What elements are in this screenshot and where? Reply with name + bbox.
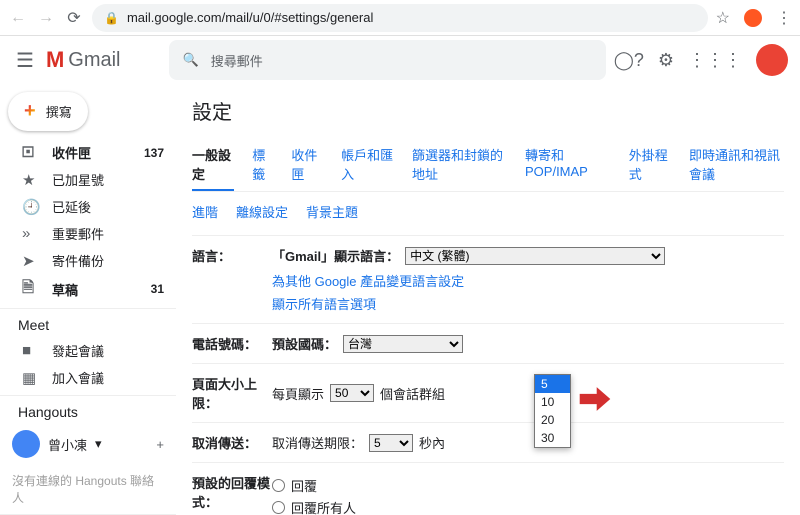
lang-select[interactable]: 中文 (繁體): [405, 247, 665, 265]
draft-icon: 🗎: [22, 277, 38, 302]
star-icon[interactable]: ☆: [716, 8, 730, 28]
phone-select[interactable]: 台灣: [343, 335, 463, 353]
page-title: 設定: [192, 96, 784, 125]
search-icon: 🔍: [183, 52, 199, 68]
meet-start[interactable]: ■發起會議: [0, 337, 176, 364]
pagesize-select[interactable]: 50: [330, 384, 374, 402]
search-input[interactable]: 🔍 搜尋郵件: [169, 40, 606, 80]
lang-other-link[interactable]: 為其他 Google 產品變更語言設定: [272, 271, 464, 290]
compose-button[interactable]: + 撰寫: [8, 92, 88, 131]
user-avatar: [12, 430, 40, 458]
tab-filters[interactable]: 篩選器和封鎖的地址: [412, 139, 507, 191]
lang-prefix: 「Gmail」顯示語言：: [272, 246, 399, 265]
subtab-advanced[interactable]: 進階: [192, 202, 218, 221]
sent-icon: ➤: [22, 252, 38, 270]
meet-section-title: Meet: [0, 308, 176, 337]
subtab-themes[interactable]: 背景主題: [306, 202, 358, 221]
gmail-brand: Gmail: [68, 49, 120, 72]
undo-select[interactable]: 5: [369, 434, 413, 452]
annotation-arrow: [578, 382, 612, 419]
menu-dots-icon[interactable]: ⋮: [776, 8, 792, 28]
pagesize-prefix: 每頁顯示: [272, 384, 324, 403]
tab-inbox[interactable]: 收件匣: [291, 139, 323, 191]
apps-icon[interactable]: ⋮⋮⋮: [688, 50, 742, 71]
compose-label: 撰寫: [46, 102, 72, 121]
settings-tabs: 一般設定 標籤 收件匣 帳戶和匯入 篩選器和封鎖的地址 轉寄和 POP/IMAP…: [192, 139, 784, 192]
undo-dropdown-open[interactable]: 5 10 20 30: [534, 374, 571, 448]
help-icon[interactable]: ◯?: [614, 50, 644, 71]
keyboard-icon: ▦: [22, 369, 38, 387]
reply-label: 預設的回覆模式：: [192, 473, 272, 515]
meet-join[interactable]: ▦加入會議: [0, 364, 176, 391]
pagesize-suffix: 個會話群組: [380, 384, 445, 403]
reply-radio-all[interactable]: [272, 501, 285, 514]
video-icon: ■: [22, 342, 38, 359]
subtab-offline[interactable]: 離線設定: [236, 202, 288, 221]
lang-show-all[interactable]: 顯示所有語言選項: [272, 294, 784, 313]
star-icon: ★: [22, 171, 38, 189]
lang-label: 語言：: [192, 246, 272, 313]
chevron-down-icon: ▾: [95, 436, 102, 452]
sidebar-item-inbox[interactable]: 🞔收件匣137: [0, 139, 176, 166]
sidebar-item-important[interactable]: »重要郵件: [0, 220, 176, 247]
avatar[interactable]: [756, 44, 788, 76]
gear-icon[interactable]: ⚙: [658, 50, 674, 71]
hangouts-user[interactable]: 曾小凍 ▾ +: [0, 424, 176, 464]
url-text: mail.google.com/mail/u/0/#settings/gener…: [127, 10, 373, 25]
important-icon: »: [22, 225, 38, 242]
url-bar[interactable]: 🔒 mail.google.com/mail/u/0/#settings/gen…: [92, 4, 708, 32]
tab-addons[interactable]: 外掛程式: [629, 139, 671, 191]
sidebar-item-starred[interactable]: ★已加星號: [0, 166, 176, 193]
undo-label: 取消傳送：: [192, 433, 272, 452]
forward-button[interactable]: →: [36, 9, 56, 27]
gmail-logo[interactable]: M Gmail: [46, 47, 121, 73]
undo-option-20[interactable]: 20: [535, 411, 570, 429]
inbox-icon: 🞔: [22, 144, 38, 161]
phone-label: 電話號碼：: [192, 334, 272, 353]
sidebar-item-sent[interactable]: ➤寄件備份: [0, 247, 176, 274]
reply-radio-reply[interactable]: [272, 479, 285, 492]
extension-icon[interactable]: [744, 9, 762, 27]
no-contacts-text: 沒有連線的 Hangouts 聯絡人: [0, 464, 176, 514]
undo-option-30[interactable]: 30: [535, 429, 570, 447]
plus-icon: +: [24, 100, 36, 123]
pagesize-label: 頁面大小上限：: [192, 374, 272, 412]
sidebar-item-snoozed[interactable]: 🕘已延後: [0, 193, 176, 220]
reload-button[interactable]: ⟳: [64, 8, 84, 28]
gmail-m-icon: M: [46, 47, 64, 73]
sidebar-item-drafts[interactable]: 🗎草稿31: [0, 274, 176, 304]
clock-icon: 🕘: [22, 198, 38, 216]
search-placeholder: 搜尋郵件: [211, 51, 263, 70]
undo-option-10[interactable]: 10: [535, 393, 570, 411]
tab-labels[interactable]: 標籤: [252, 139, 273, 191]
lock-icon: 🔒: [104, 11, 119, 25]
add-contact-icon[interactable]: +: [156, 437, 164, 452]
hangouts-section-title: Hangouts: [0, 395, 176, 424]
tab-forward[interactable]: 轉寄和 POP/IMAP: [525, 139, 611, 191]
tab-chat[interactable]: 即時通訊和視訊會議: [689, 139, 784, 191]
back-button[interactable]: ←: [8, 9, 28, 27]
hamburger-icon[interactable]: ☰: [12, 48, 38, 73]
undo-prefix: 取消傳送期限：: [272, 433, 363, 452]
tab-general[interactable]: 一般設定: [192, 139, 234, 191]
undo-suffix: 秒內: [419, 433, 445, 452]
undo-option-5[interactable]: 5: [535, 375, 570, 393]
tab-accounts[interactable]: 帳戶和匯入: [341, 139, 394, 191]
phone-prefix: 預設國碼：: [272, 334, 337, 353]
